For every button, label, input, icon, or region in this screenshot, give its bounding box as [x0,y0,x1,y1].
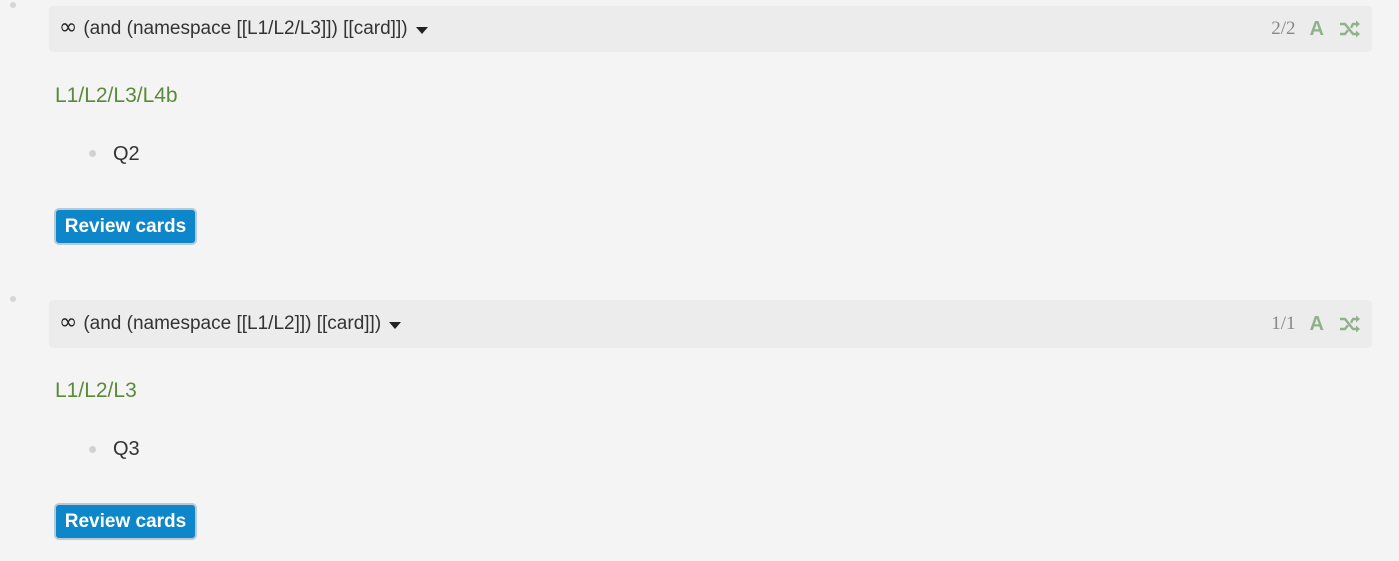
infinity-icon: ∞ [59,15,78,40]
card-block-text[interactable]: Q2 [113,143,140,166]
infinity-icon: ∞ [59,310,78,335]
shuffle-icon[interactable] [1338,19,1362,39]
query-text[interactable]: (and (namespace [[L1/L2]]) [[card]]) [83,313,381,335]
block-bullet[interactable] [10,296,16,302]
block-bullet[interactable] [10,2,16,8]
query-controls: 2/2 A [1271,18,1362,41]
query-text[interactable]: (and (namespace [[L1/L2/L3]]) [[card]]) [83,18,407,40]
child-bullet[interactable] [89,150,96,157]
result-count: 1/1 [1271,313,1296,334]
result-count: 2/2 [1271,18,1296,39]
card-block-text[interactable]: Q3 [113,438,140,461]
review-cards-button[interactable]: Review cards [54,503,197,540]
table-toggle-icon[interactable]: A [1310,18,1324,41]
child-bullet[interactable] [89,446,96,453]
shuffle-icon[interactable] [1338,314,1362,334]
table-toggle-icon[interactable]: A [1310,313,1324,336]
review-cards-button[interactable]: Review cards [54,208,197,245]
query-controls: 1/1 A [1271,313,1362,336]
caret-down-icon[interactable] [415,26,428,34]
page-link[interactable]: L1/L2/L3/L4b [55,84,178,108]
query-header: ∞ (and (namespace [[L1/L2/L3]]) [[card]]… [49,6,1372,52]
query-header: ∞ (and (namespace [[L1/L2]]) [[card]]) 1… [49,300,1372,348]
caret-down-icon[interactable] [389,321,402,329]
page-link[interactable]: L1/L2/L3 [55,379,137,403]
